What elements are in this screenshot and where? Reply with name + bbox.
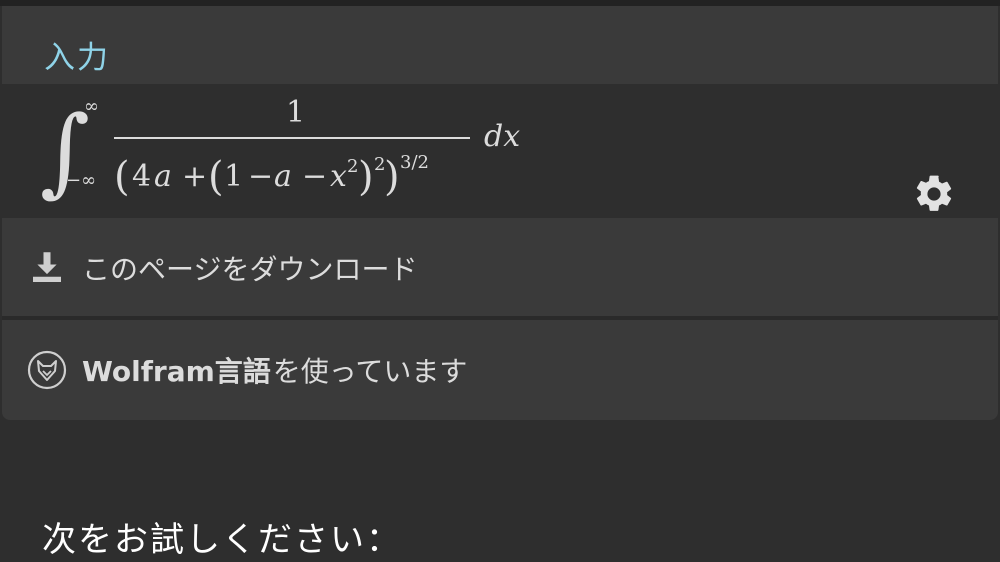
input-card: 入力 ∫ ∞ −∞ 1 ( 4 a + ( 1 − a − x 2 ) 2 ) <box>2 6 998 420</box>
svg-text:(: ( <box>114 154 130 200</box>
svg-text:4: 4 <box>132 159 151 194</box>
svg-text:−: − <box>302 159 327 194</box>
wolfram-language-name: Wolfram言語 <box>82 355 271 388</box>
svg-text:−: − <box>248 159 273 194</box>
svg-text:): ) <box>384 154 400 200</box>
wolfram-suffix: を使っています <box>272 355 468 388</box>
integral-formula: ∫ ∞ −∞ 1 ( 4 a + ( 1 − a − x 2 ) 2 ) 3/2 <box>40 95 520 207</box>
wolfram-language-link[interactable]: Wolfram言語 を使っています <box>2 320 998 420</box>
svg-text:+: + <box>182 159 207 194</box>
svg-text:x: x <box>330 159 347 194</box>
differential: dx <box>484 119 520 154</box>
download-icon <box>33 252 61 282</box>
svg-text:(: ( <box>208 154 224 200</box>
svg-text:): ) <box>358 154 374 200</box>
svg-text:a: a <box>154 159 172 194</box>
upper-limit: ∞ <box>84 96 99 117</box>
try-prompt: 次をお試しください： <box>42 520 402 560</box>
input-section-label: 入力 <box>44 40 110 76</box>
wolfram-wolf-icon <box>27 350 67 390</box>
download-label: このページをダウンロード <box>82 253 418 286</box>
download-page-button[interactable]: このページをダウンロード <box>2 220 998 316</box>
formula-display: ∫ ∞ −∞ 1 ( 4 a + ( 1 − a − x 2 ) 2 ) 3/2 <box>2 84 998 218</box>
svg-text:a: a <box>274 159 292 194</box>
denominator: ( 4 a + ( 1 − a − x 2 ) 2 ) 3/2 <box>114 152 429 200</box>
svg-text:3/2: 3/2 <box>400 152 429 173</box>
gear-icon[interactable] <box>912 172 956 216</box>
numerator: 1 <box>286 95 305 130</box>
svg-text:2: 2 <box>347 156 358 177</box>
svg-text:1: 1 <box>224 159 243 194</box>
lower-limit: −∞ <box>66 170 96 191</box>
